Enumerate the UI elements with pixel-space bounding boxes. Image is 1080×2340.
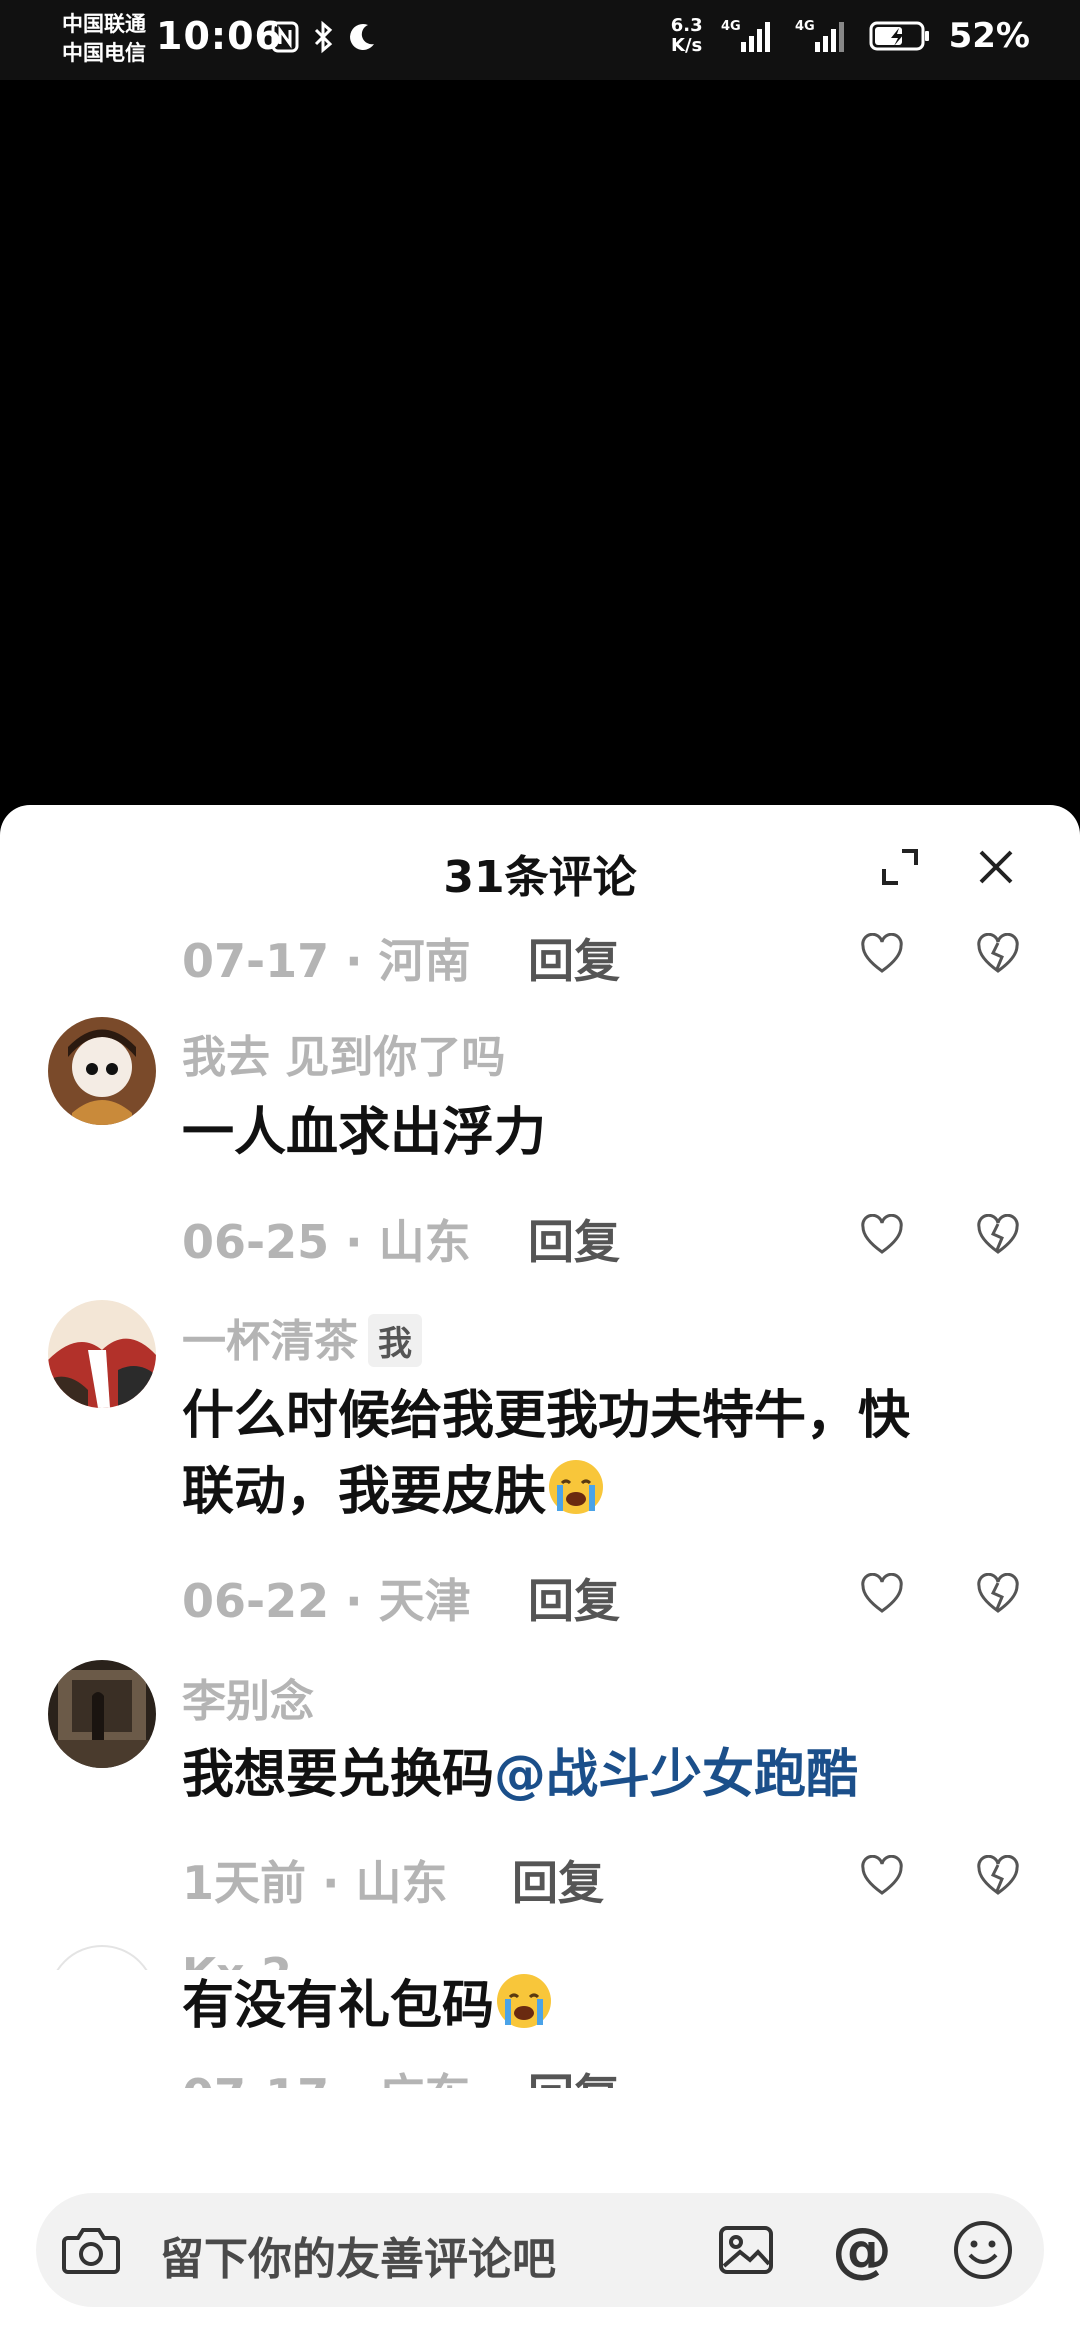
reply-button[interactable]: 回复 (528, 925, 620, 991)
avatar[interactable] (48, 1017, 156, 1125)
carrier-1: 中国联通 (62, 12, 146, 36)
comment-meta-row: 06-25 · 山东 回复 (0, 1206, 1080, 1269)
comment-date-location: 07-17 · 广东 (182, 2066, 471, 2088)
comment-text: 有没有礼包码 (182, 1970, 1012, 2044)
comment-meta-row: 06-22 · 天津 回复 (0, 1565, 1080, 1628)
close-button[interactable] (968, 839, 1024, 895)
close-icon (979, 850, 1013, 884)
carrier-names: 中国联通 中国电信 (62, 10, 146, 68)
comment-date-location: 06-22 · 天津 (182, 1574, 471, 1628)
comment-meta-row: 07-17 · 河南 回复 (0, 925, 1080, 988)
comment-meta-row: 1天前 · 山东 回复 (0, 1847, 1080, 1910)
comment-date-location: 1天前 · 山东 (182, 1856, 448, 1910)
comment-username[interactable]: Kx.2 (182, 1949, 292, 1970)
comment-username[interactable]: 一杯清茶我 (182, 1305, 422, 1371)
comment-date-location: 07-17 · 河南 (182, 934, 471, 988)
status-right: 6.3 K/s 4G 4G 52% (670, 15, 1030, 57)
heart-icon[interactable] (860, 933, 904, 977)
battery-icon (869, 21, 929, 51)
avatar[interactable] (48, 1300, 156, 1408)
expand-button[interactable] (872, 839, 928, 895)
avatar[interactable] (48, 1945, 156, 1970)
comment-list[interactable]: 07-17 · 河南 回复 我去 见到你了吗 一人血求出浮力 06-25 · 山… (0, 925, 1080, 1970)
broken-heart-icon[interactable] (976, 933, 1020, 977)
comment-meta-row-clipped: 07-17 · 广东 回复 (0, 2066, 1080, 2088)
comment-sheet: 31条评论 07-17 · 河南 回复 我去 见到你了吗 一人血求出浮力 06-… (0, 805, 1080, 2340)
heart-icon[interactable] (860, 1214, 904, 1258)
broken-heart-icon[interactable] (976, 1573, 1020, 1617)
comment-date-location: 06-25 · 山东 (182, 1215, 471, 1269)
comment-username[interactable]: 李别念 (182, 1665, 314, 1729)
carrier-2: 中国电信 (62, 41, 146, 65)
moon-icon (350, 24, 374, 51)
self-tag: 我 (368, 1313, 422, 1367)
comment-list-bottom[interactable]: 有没有礼包码 07-17 · 广东 回复 (0, 1970, 1080, 2150)
comment-username[interactable]: 我去 见到你了吗 (182, 1021, 505, 1085)
signal-icon-sim2: 4G (795, 19, 844, 52)
signal-icon-sim1: 4G (721, 19, 770, 52)
reply-button[interactable]: 回复 (528, 1206, 620, 1272)
status-bar: 中国联通 中国电信 10:06 6.3 K/s 4G 4G 52% (0, 0, 1080, 80)
net-speed: 6.3 K/s (670, 15, 703, 56)
reply-button[interactable]: 回复 (512, 1847, 604, 1913)
svg-text:4G: 4G (721, 19, 741, 34)
comment-input[interactable]: 留下你的友善评论吧 (160, 2223, 556, 2287)
bluetooth-icon (314, 20, 333, 54)
heart-icon[interactable] (860, 1855, 904, 1899)
video-player[interactable] (0, 80, 1080, 805)
image-icon[interactable] (716, 2220, 776, 2280)
reply-button[interactable]: 回复 (528, 2066, 620, 2088)
reply-button[interactable]: 回复 (528, 1565, 620, 1631)
broken-heart-icon[interactable] (976, 1214, 1020, 1258)
expand-icon (882, 849, 918, 885)
mention-link[interactable]: @战斗少女跑酷 (494, 1745, 858, 1805)
comment-input-bar[interactable]: 留下你的友善评论吧 @ (36, 2193, 1044, 2307)
battery-percent: 52% (948, 16, 1030, 56)
clock: 10:06 (156, 14, 282, 58)
camera-icon[interactable] (60, 2220, 122, 2280)
broken-heart-icon[interactable] (976, 1855, 1020, 1899)
mention-button[interactable]: @ (832, 2215, 892, 2285)
comment-text: 一人血求出浮力 (182, 1103, 547, 1163)
comment-text: 我想要兑换码@战斗少女跑酷 (182, 1745, 859, 1805)
heart-icon[interactable] (860, 1573, 904, 1617)
crying-emoji-icon (549, 1460, 604, 1514)
crying-emoji-icon (497, 1974, 552, 2028)
emoji-icon[interactable] (952, 2219, 1014, 2281)
svg-text:4G: 4G (795, 19, 815, 34)
nfc-icon (271, 21, 299, 53)
avatar[interactable] (48, 1660, 156, 1768)
comment-text: 什么时候给我更我功夫特牛，快 联动，我要皮肤 (182, 1386, 911, 1522)
status-icons (270, 20, 378, 54)
